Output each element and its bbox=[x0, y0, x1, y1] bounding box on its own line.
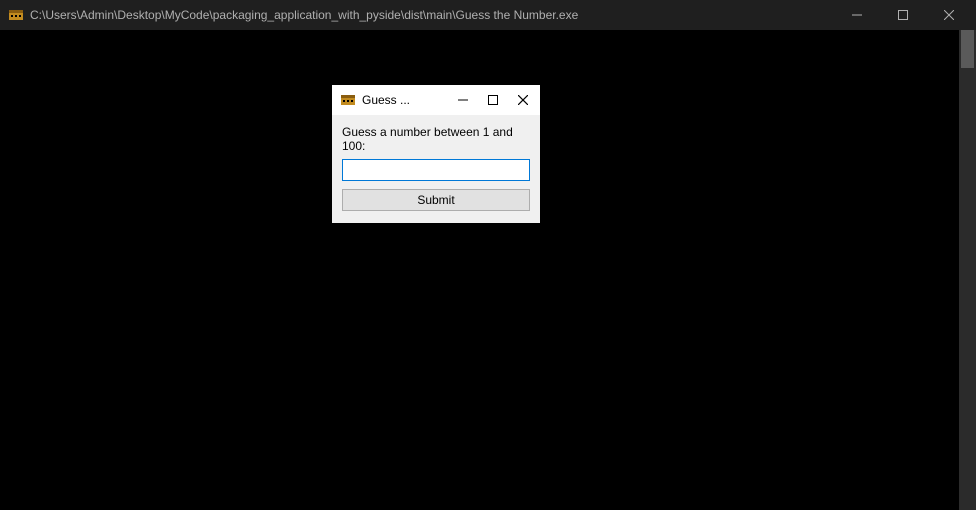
dialog-window-controls bbox=[448, 85, 538, 115]
dialog-titlebar[interactable]: Guess ... bbox=[332, 85, 540, 115]
prompt-label: Guess a number between 1 and 100: bbox=[342, 125, 530, 153]
guess-input[interactable] bbox=[342, 159, 530, 181]
vertical-scrollbar[interactable] bbox=[959, 30, 976, 510]
dialog-title: Guess ... bbox=[362, 93, 448, 107]
dialog-app-icon bbox=[340, 92, 356, 108]
close-button[interactable] bbox=[926, 0, 972, 30]
app-icon bbox=[8, 7, 24, 23]
maximize-button[interactable] bbox=[880, 0, 926, 30]
console-window-controls bbox=[834, 0, 972, 30]
guess-dialog: Guess ... bbox=[332, 85, 540, 223]
scrollbar-thumb[interactable] bbox=[961, 30, 974, 68]
console-titlebar: C:\Users\Admin\Desktop\MyCode\packaging_… bbox=[0, 0, 976, 30]
dialog-body: Guess a number between 1 and 100: Submit bbox=[332, 115, 540, 223]
submit-button[interactable]: Submit bbox=[342, 189, 530, 211]
dialog-close-button[interactable] bbox=[508, 85, 538, 115]
dialog-minimize-button[interactable] bbox=[448, 85, 478, 115]
dialog-maximize-button[interactable] bbox=[478, 85, 508, 115]
minimize-button[interactable] bbox=[834, 0, 880, 30]
console-window: C:\Users\Admin\Desktop\MyCode\packaging_… bbox=[0, 0, 976, 510]
console-title: C:\Users\Admin\Desktop\MyCode\packaging_… bbox=[30, 8, 834, 22]
